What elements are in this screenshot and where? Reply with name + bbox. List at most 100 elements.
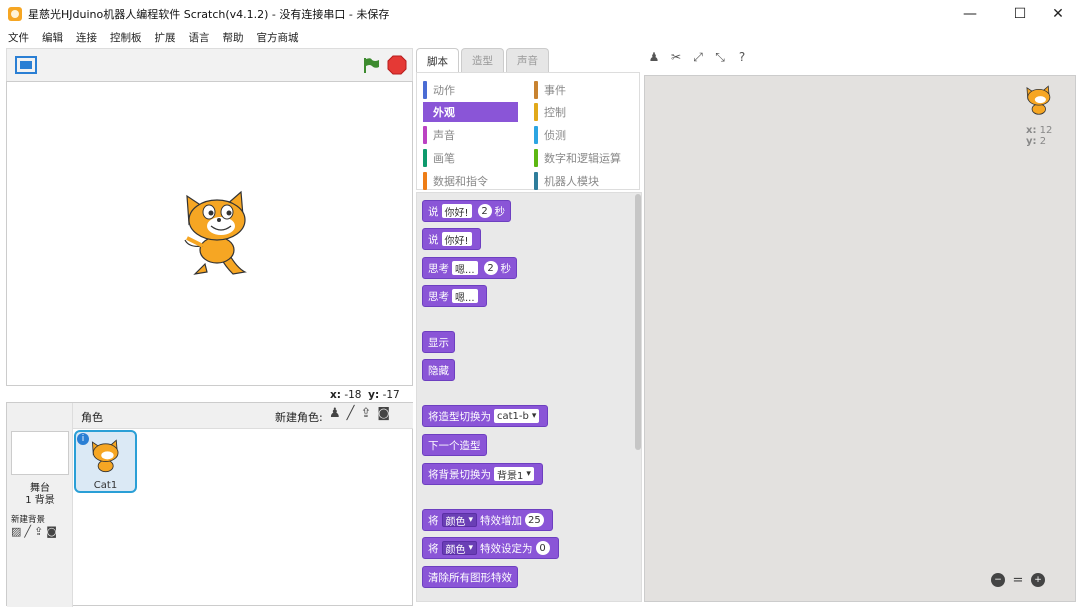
backdrop-dropdown[interactable]: 背景1 bbox=[494, 467, 534, 482]
block-change-effect[interactable]: 将 颜色 特效增加 25 bbox=[422, 509, 553, 531]
category-label: 数字和逻辑运算 bbox=[544, 152, 621, 165]
zoom-in-icon[interactable]: + bbox=[1031, 573, 1045, 587]
block-say-for-secs[interactable]: 说 你好! 2 秒 bbox=[422, 200, 512, 222]
menu-store[interactable]: 官方商城 bbox=[257, 30, 299, 45]
block-text-input[interactable]: 你好! bbox=[441, 204, 472, 219]
help-icon[interactable]: ? bbox=[734, 50, 750, 64]
block-next-costume[interactable]: 下一个造型 bbox=[422, 434, 487, 456]
sprite-name: Cat1 bbox=[93, 480, 118, 491]
category-sound[interactable]: 声音 bbox=[423, 125, 455, 145]
menu-extensions[interactable]: 扩展 bbox=[155, 30, 176, 45]
block-text: 说 bbox=[428, 233, 439, 246]
close-button[interactable]: ✕ bbox=[1036, 0, 1080, 28]
cat-sprite[interactable] bbox=[177, 188, 263, 276]
category-label: 事件 bbox=[544, 84, 566, 97]
costume-dropdown[interactable]: cat1-b bbox=[494, 409, 540, 423]
block-text: 思考 bbox=[428, 290, 449, 303]
stage-thumbnail[interactable] bbox=[11, 431, 69, 475]
block-number-input[interactable]: 2 bbox=[483, 261, 498, 275]
stage[interactable] bbox=[6, 81, 413, 386]
block-clear-effects[interactable]: 清除所有图形特效 bbox=[422, 566, 518, 588]
menu-help[interactable]: 帮助 bbox=[223, 30, 244, 45]
cut-icon[interactable]: ✂ bbox=[668, 50, 684, 64]
tab-costumes[interactable]: 造型 bbox=[461, 48, 504, 72]
block-text: 秒 bbox=[500, 262, 512, 275]
camera-sprite-icon[interactable]: ◙ bbox=[377, 406, 390, 421]
category-operators[interactable]: 数字和逻辑运算 bbox=[534, 148, 621, 168]
category-looks[interactable]: 外观 bbox=[423, 102, 518, 122]
menu-connect[interactable]: 连接 bbox=[76, 30, 97, 45]
menu-edit[interactable]: 编辑 bbox=[42, 30, 63, 45]
sprite-corner-thumbnail bbox=[1026, 85, 1051, 115]
camera-backdrop-icon[interactable]: ◙ bbox=[46, 525, 57, 538]
block-set-effect[interactable]: 将 颜色 特效设定为 0 bbox=[422, 537, 559, 559]
category-pen[interactable]: 画笔 bbox=[423, 148, 455, 168]
app-icon bbox=[8, 7, 22, 21]
category-color-bar bbox=[534, 149, 538, 167]
stage-x-value: -18 bbox=[344, 389, 362, 401]
stop-icon[interactable] bbox=[387, 55, 407, 75]
block-text: 秒 bbox=[494, 205, 506, 218]
window-title: 星慈光HJduino机器人编程软件 Scratch(v4.1.2) - 没有连接… bbox=[28, 8, 390, 21]
category-data[interactable]: 数据和指令 bbox=[423, 171, 488, 191]
category-robot[interactable]: 机器人模块 bbox=[534, 171, 599, 191]
zoom-out-icon[interactable]: − bbox=[991, 573, 1005, 587]
green-flag-icon[interactable] bbox=[362, 56, 380, 74]
block-number-input[interactable]: 0 bbox=[535, 541, 550, 555]
block-text: 将 bbox=[428, 514, 439, 527]
category-sensing[interactable]: 侦测 bbox=[534, 125, 566, 145]
sprite-tile[interactable]: i Cat1 bbox=[74, 430, 137, 493]
block-text: 将 bbox=[428, 542, 439, 555]
category-control[interactable]: 控制 bbox=[534, 102, 566, 122]
minimize-button[interactable]: — bbox=[948, 0, 992, 28]
block-think[interactable]: 思考 嗯... bbox=[422, 285, 487, 307]
block-text-input[interactable]: 你好! bbox=[441, 232, 472, 247]
category-motion[interactable]: 动作 bbox=[423, 80, 455, 100]
block-say[interactable]: 说 你好! bbox=[422, 228, 481, 250]
block-number-input[interactable]: 25 bbox=[525, 513, 544, 527]
palette-scrollbar[interactable] bbox=[635, 194, 641, 450]
script-area[interactable]: x: 12 y: 2 − = + bbox=[644, 75, 1076, 602]
category-label: 数据和指令 bbox=[433, 175, 488, 188]
tab-scripts[interactable]: 脚本 bbox=[416, 48, 459, 73]
block-text: 将造型切换为 bbox=[428, 410, 491, 423]
paint-sprite-icon[interactable]: ╱ bbox=[347, 406, 355, 421]
block-text-input[interactable]: 嗯... bbox=[452, 261, 478, 276]
block-text: 显示 bbox=[428, 336, 449, 349]
sprite-y-readout: y: 2 bbox=[1026, 136, 1046, 147]
block-hide[interactable]: 隐藏 bbox=[422, 359, 455, 381]
draw-backdrop-icon[interactable]: ╱ bbox=[24, 525, 31, 538]
choose-sprite-icon[interactable]: ♟ bbox=[329, 406, 341, 421]
block-show[interactable]: 显示 bbox=[422, 331, 455, 353]
duplicate-icon[interactable]: ♟ bbox=[646, 50, 662, 64]
sprite-header: 角色 新建角色: ♟ ╱ ⇪ ◙ bbox=[73, 403, 413, 429]
paint-backdrop-icon[interactable]: ▨ bbox=[11, 525, 21, 538]
block-switch-costume[interactable]: 将造型切换为 cat1-b bbox=[422, 405, 549, 427]
shrink-icon[interactable]: ⤡ bbox=[712, 50, 728, 64]
block-think-for-secs[interactable]: 思考 嗯... 2 秒 bbox=[422, 257, 518, 279]
tab-sounds[interactable]: 声音 bbox=[506, 48, 549, 72]
zoom-reset-icon[interactable]: = bbox=[1011, 573, 1025, 588]
menu-bar: 文件 编辑 连接 控制板 扩展 语言 帮助 官方商城 bbox=[0, 28, 1080, 46]
effect-dropdown[interactable]: 颜色 bbox=[441, 513, 478, 528]
block-text: 隐藏 bbox=[428, 364, 449, 377]
sprite-y-value: 2 bbox=[1039, 136, 1047, 147]
effect-dropdown[interactable]: 颜色 bbox=[441, 541, 478, 556]
menu-language[interactable]: 语言 bbox=[189, 30, 210, 45]
menu-board[interactable]: 控制板 bbox=[110, 30, 142, 45]
category-label: 机器人模块 bbox=[544, 175, 599, 188]
stage-thumbnail-column: 舞台 1 背景 新建背景 ▨ ╱ ⇪ ◙ bbox=[7, 403, 73, 607]
block-text-input[interactable]: 嗯... bbox=[452, 289, 478, 304]
block-switch-backdrop[interactable]: 将背景切换为 背景1 bbox=[422, 463, 543, 485]
upload-sprite-icon[interactable]: ⇪ bbox=[360, 406, 371, 421]
upload-backdrop-icon[interactable]: ⇪ bbox=[34, 525, 43, 538]
grow-icon[interactable]: ⤢ bbox=[690, 50, 706, 64]
menu-file[interactable]: 文件 bbox=[8, 30, 29, 45]
fullscreen-icon[interactable] bbox=[15, 56, 37, 74]
category-label: 控制 bbox=[544, 106, 566, 119]
category-label: 外观 bbox=[433, 106, 455, 119]
block-number-input[interactable]: 2 bbox=[477, 204, 492, 218]
block-text: 说 bbox=[428, 205, 439, 218]
category-events[interactable]: 事件 bbox=[534, 80, 566, 100]
sprite-x-readout: x: 12 bbox=[1026, 125, 1052, 136]
